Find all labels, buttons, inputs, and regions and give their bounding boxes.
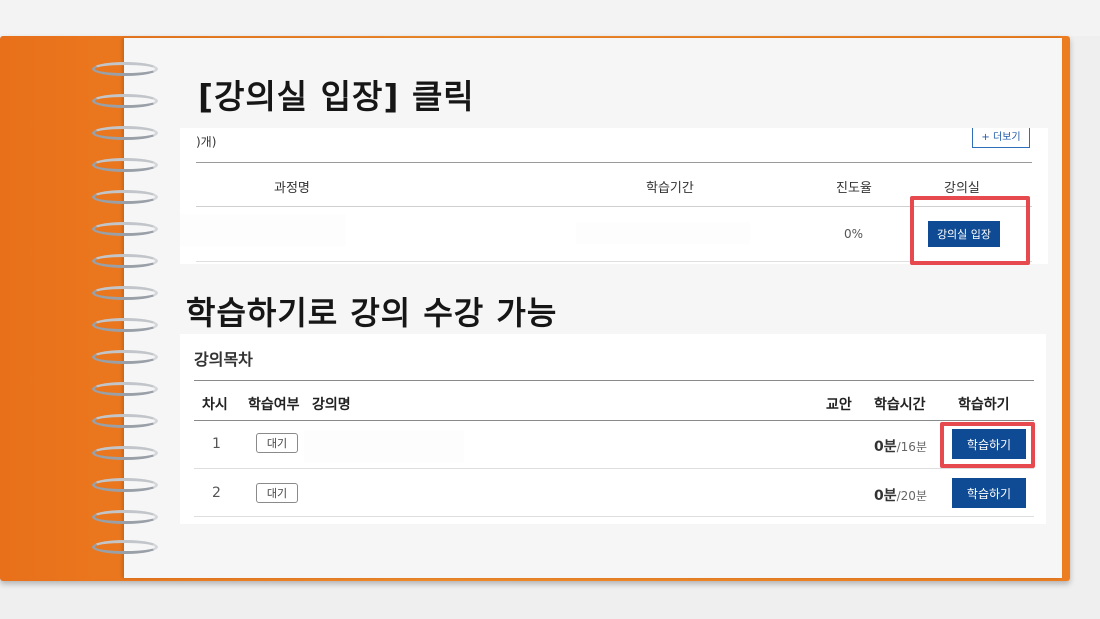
study-time: 0분/20분 — [874, 485, 927, 505]
spiral-ring — [92, 382, 158, 396]
row-rule — [194, 516, 1034, 517]
background-top — [0, 0, 1100, 36]
session-number: 1 — [212, 436, 221, 452]
study-button[interactable]: 학습하기 — [952, 478, 1026, 508]
row-rule — [196, 261, 1032, 262]
spiral-ring — [92, 190, 158, 204]
spiral-ring — [92, 510, 158, 524]
header-rule — [196, 206, 1032, 207]
spiral-ring — [92, 254, 158, 268]
headline-enter-classroom: [강의실 입장] 클릭 — [198, 77, 475, 116]
column-material: 교안 — [826, 397, 852, 413]
spiral-ring — [92, 94, 158, 108]
table-top-rule — [196, 162, 1032, 163]
spiral-ring — [92, 446, 158, 460]
column-lecture-name: 강의명 — [312, 397, 351, 413]
spiral-ring — [92, 286, 158, 300]
toc-top-rule — [194, 380, 1034, 381]
highlight-enter-button — [910, 196, 1030, 265]
column-study: 학습하기 — [958, 397, 1010, 413]
time-total: /20분 — [896, 489, 927, 503]
spiral-ring — [92, 540, 158, 554]
spiral-ring — [92, 478, 158, 492]
spiral-ring — [92, 350, 158, 364]
spiral-ring — [92, 62, 158, 76]
toc-title: 강의목차 — [194, 350, 253, 369]
time-done: 0분 — [874, 439, 897, 455]
spiral-ring — [92, 318, 158, 332]
row-rule — [194, 468, 1034, 469]
redacted-period — [576, 222, 750, 244]
session-number: 2 — [212, 485, 221, 501]
lecture-toc-panel: 강의목차 차시 학습여부 강의명 교안 학습시간 학습하기 1 대기 0분/16… — [180, 334, 1046, 524]
time-done: 0분 — [874, 488, 897, 504]
column-progress: 진도율 — [836, 181, 872, 196]
toc-header-rule — [194, 420, 1034, 421]
more-button[interactable]: + 더보기 — [972, 128, 1030, 148]
column-course-name: 과정명 — [274, 181, 310, 196]
redacted-course-name — [180, 214, 346, 246]
column-session: 차시 — [202, 397, 228, 413]
highlight-study-button — [940, 422, 1035, 468]
progress-value: 0% — [844, 227, 864, 241]
time-total: /16분 — [896, 440, 927, 454]
spiral-ring — [92, 222, 158, 236]
spiral-ring — [92, 158, 158, 172]
spiral-ring — [92, 414, 158, 428]
study-time: 0분/16분 — [874, 436, 927, 456]
status-badge: 대기 — [256, 483, 298, 503]
spiral-ring — [92, 126, 158, 140]
column-study-time: 학습시간 — [874, 397, 926, 413]
column-classroom: 강의실 — [944, 181, 980, 196]
redacted-lecture-name — [304, 430, 464, 462]
course-count-label: )개) — [196, 135, 217, 149]
column-status: 학습여부 — [248, 397, 300, 413]
column-period: 학습기간 — [646, 181, 694, 196]
status-badge: 대기 — [256, 433, 298, 453]
headline-study: 학습하기로 강의 수강 가능 — [186, 294, 558, 332]
